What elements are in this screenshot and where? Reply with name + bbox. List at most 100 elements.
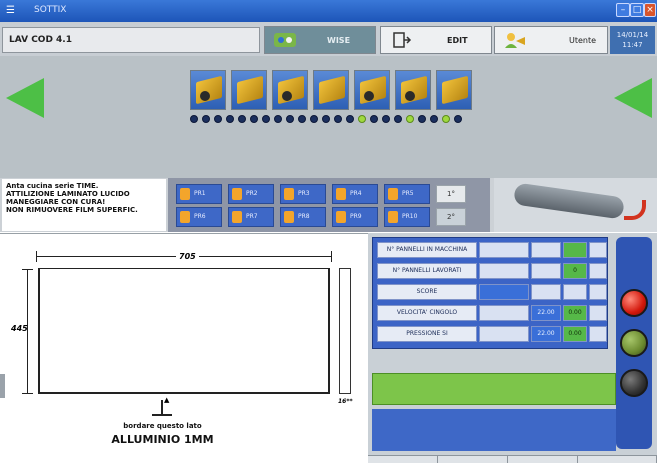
program-icon xyxy=(388,188,398,200)
edit-label: EDIT xyxy=(447,36,468,45)
program-icon xyxy=(232,188,242,200)
description-line-4: NON RIMUOVERE FILM SUPERFIC. xyxy=(6,206,138,214)
program-icon xyxy=(180,211,190,223)
step-dot xyxy=(370,115,378,123)
status-cell xyxy=(508,456,578,463)
red-stop-light-icon[interactable] xyxy=(620,289,648,317)
status-strip xyxy=(368,455,657,463)
program-icon xyxy=(336,188,346,200)
material-label: ALLUMINIO 1MM xyxy=(111,433,214,446)
grid-cell xyxy=(479,326,529,342)
grid-cell: 0.00 xyxy=(563,326,587,342)
table-row: N° PANNELLI IN MACCHINA xyxy=(377,242,607,258)
panel-side-view xyxy=(339,268,351,394)
row-label: PRESSIONE SI xyxy=(377,326,477,342)
step-dot xyxy=(262,115,270,123)
grid-cell xyxy=(589,284,607,300)
edge-marker-icon xyxy=(161,400,163,414)
program-button-pr10[interactable]: PR10 xyxy=(384,207,430,227)
step-dot xyxy=(358,115,366,123)
window-titlebar: ☰ SOTTIX – □ × xyxy=(0,0,657,22)
tool-navigation xyxy=(0,56,657,178)
window-title: SOTTIX xyxy=(34,5,67,15)
step-dot xyxy=(226,115,234,123)
program-button-pr5[interactable]: PR5 xyxy=(384,184,430,204)
tool-2-icon[interactable] xyxy=(231,70,267,110)
lav-cod-field: LAV COD 4.1 xyxy=(2,27,260,53)
lower-panel xyxy=(372,409,616,451)
close-button[interactable]: × xyxy=(644,3,656,17)
green-start-light-icon[interactable] xyxy=(620,329,648,357)
grid-cell xyxy=(479,284,529,300)
green-arrow-left-icon[interactable] xyxy=(6,78,44,118)
step-dot xyxy=(250,115,258,123)
step-dot xyxy=(202,115,210,123)
program-icon xyxy=(284,188,294,200)
step-dot xyxy=(394,115,402,123)
step-dot xyxy=(442,115,450,123)
tool-1-icon[interactable] xyxy=(190,70,226,110)
side-handle[interactable] xyxy=(0,374,5,398)
edge-instruction: bordare questo lato xyxy=(123,422,202,430)
program-button-pr6[interactable]: PR6 xyxy=(176,207,222,227)
edit-button[interactable]: EDIT xyxy=(380,26,492,54)
grid-cell xyxy=(531,284,561,300)
program-button-pr1[interactable]: PR1 xyxy=(176,184,222,204)
program-button-pr2[interactable]: PR2 xyxy=(228,184,274,204)
step-dot xyxy=(454,115,462,123)
program-icon xyxy=(388,211,398,223)
step-dot xyxy=(214,115,222,123)
machine-conveyor-icon xyxy=(513,182,625,220)
dark-light-icon[interactable] xyxy=(620,369,648,397)
grid-cell xyxy=(563,284,587,300)
step-dot xyxy=(406,115,414,123)
grid-cell: 22.00 xyxy=(531,326,561,342)
thickness-label: 16** xyxy=(338,398,353,405)
table-row: SCORE xyxy=(377,284,607,300)
edge-marker-base xyxy=(152,414,172,416)
grid-cell xyxy=(479,242,529,258)
grid-cell xyxy=(479,305,529,321)
date-time-display: 14/01/14 11:47 xyxy=(610,26,655,54)
width-dimension-label: 705 xyxy=(176,252,199,261)
user-icon xyxy=(505,33,525,48)
grid-cell xyxy=(589,242,607,258)
status-cell xyxy=(368,456,438,463)
grid-cell: 0 xyxy=(563,263,587,279)
program-button-pr7[interactable]: PR7 xyxy=(228,207,274,227)
control-panel: N° PANNELLI IN MACCHINA N° PANNELLI LAVO… xyxy=(368,233,657,463)
table-row: VELOCITA' CINGOLO 22.00 0.00 xyxy=(377,305,607,321)
program-button-pr8[interactable]: PR8 xyxy=(280,207,326,227)
step-dot xyxy=(190,115,198,123)
tool-3-icon[interactable] xyxy=(272,70,308,110)
row-label: SCORE xyxy=(377,284,477,300)
tool-4-icon[interactable] xyxy=(313,70,349,110)
tool-6-icon[interactable] xyxy=(395,70,431,110)
width-dimension-tick-right xyxy=(331,251,332,262)
tool-7-icon[interactable] xyxy=(436,70,472,110)
program-button-pr4[interactable]: PR4 xyxy=(332,184,378,204)
step-dot xyxy=(346,115,354,123)
step-dot xyxy=(418,115,426,123)
program-button-pr3[interactable]: PR3 xyxy=(280,184,326,204)
step-dot xyxy=(382,115,390,123)
grid-cell: 22.00 xyxy=(531,305,561,321)
minimize-button[interactable]: – xyxy=(616,3,630,17)
wise-button[interactable]: WISE xyxy=(264,26,376,54)
edit-icon xyxy=(393,32,412,48)
green-arrow-right-icon[interactable] xyxy=(614,78,652,118)
grid-cell xyxy=(479,263,529,279)
grid-cell xyxy=(563,242,587,258)
tool-5-icon[interactable] xyxy=(354,70,390,110)
wise-label: WISE xyxy=(327,36,351,45)
app-icon: ☰ xyxy=(6,5,15,16)
machine-preview xyxy=(494,178,657,232)
row-label: N° PANNELLI LAVORATI xyxy=(377,263,477,279)
face-1-button[interactable]: 1° xyxy=(436,185,466,203)
user-button[interactable]: Utente xyxy=(494,26,608,54)
face-2-button[interactable]: 2° xyxy=(436,208,466,226)
table-row: N° PANNELLI LAVORATI 0 xyxy=(377,263,607,279)
program-button-pr9[interactable]: PR9 xyxy=(332,207,378,227)
width-dimension-tick-left xyxy=(36,251,37,262)
maximize-button[interactable]: □ xyxy=(630,3,644,17)
